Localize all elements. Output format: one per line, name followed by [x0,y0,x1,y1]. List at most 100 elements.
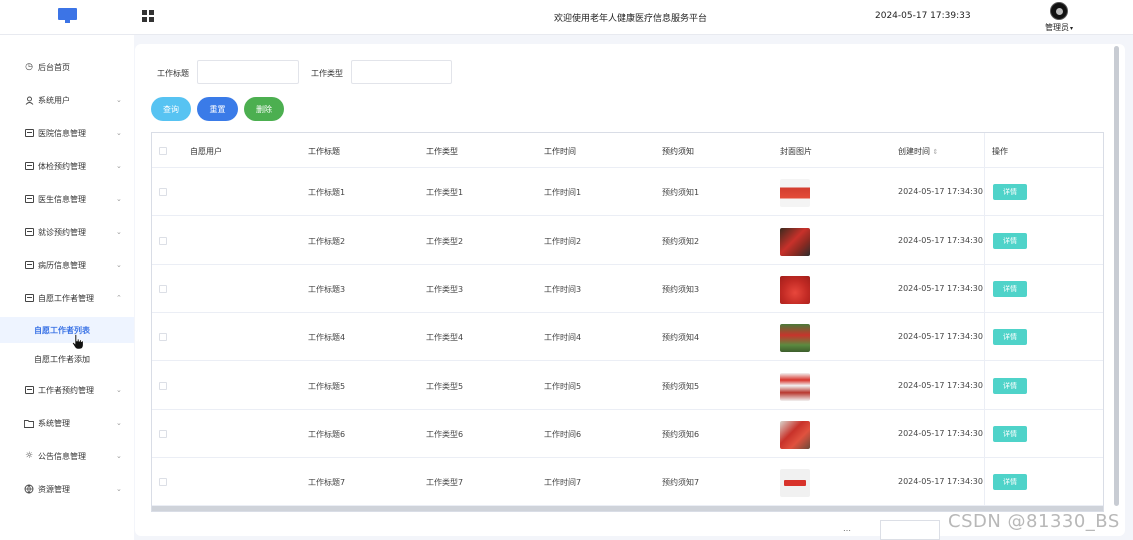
sidebar-item-volunteers[interactable]: 自愿工作者管理 ⌃ [0,283,134,313]
row-checkbox[interactable] [159,333,167,341]
sidebar-item-visit-booking[interactable]: 就诊预约管理 ⌄ [0,217,134,247]
folder-icon [24,418,34,428]
sidebar-item-system-manage[interactable]: 系统管理 ⌄ [0,408,134,438]
user-name: 管理员 [1045,23,1069,32]
sidebar-item-label: 后台首页 [38,62,70,72]
cell-created: 2024-05-17 17:34:30 [898,187,983,196]
sidebar-subitem-volunteer-list[interactable]: 自愿工作者列表 [0,317,134,343]
sidebar-item-label: 医院信息管理 [38,128,86,138]
list-box-icon [24,194,34,204]
monitor-logo-icon[interactable] [58,8,77,23]
page-size-select[interactable] [880,520,940,540]
cell-type: 工作类型6 [426,430,464,439]
table-row: 工作标题2 工作类型2 工作时间2 预约须知2 2024-05-17 17:34… [152,217,1103,265]
cell-notice: 预约须知7 [662,478,700,487]
cell-title: 工作标题1 [308,188,346,197]
sidebar-item-hospital[interactable]: 医院信息管理 ⌄ [0,118,134,148]
cover-image[interactable] [780,228,810,256]
list-box-icon [24,227,34,237]
hand-cursor-icon [72,334,84,350]
chevron-down-icon: ⌄ [116,96,122,104]
search-title-label: 工作标题 [157,69,189,78]
cell-type: 工作类型5 [426,382,464,391]
sidebar-item-medical-records[interactable]: 病历信息管理 ⌄ [0,250,134,280]
volunteer-table: 自愿用户 工作标题 工作类型 工作时间 预约须知 封面图片 创建时间 ⇕ 操作 … [151,132,1104,512]
user-menu[interactable]: 管理员▾ [1045,22,1073,33]
column-header-cover: 封面图片 [780,147,812,156]
list-box-icon [24,293,34,303]
sidebar-item-announcements[interactable]: ☼ 公告信息管理 ⌄ [0,441,134,471]
cell-created: 2024-05-17 17:34:30 [898,236,983,245]
table-row: 工作标题1 工作类型1 工作时间1 预约须知1 2024-05-17 17:34… [152,168,1103,216]
cell-notice: 预约须知1 [662,188,700,197]
sun-icon: ☼ [24,451,34,461]
table-row: 工作标题4 工作类型4 工作时间4 预约须知4 2024-05-17 17:34… [152,313,1103,361]
detail-button[interactable]: 详情 [993,233,1027,249]
reset-button[interactable]: 重置 [197,97,238,121]
cell-notice: 预约须知4 [662,333,700,342]
column-header-created[interactable]: 创建时间 ⇕ [898,146,938,157]
sidebar-subitem-label: 自愿工作者添加 [34,354,90,364]
sidebar-item-label: 系统用户 [38,95,70,105]
cell-time: 工作时间2 [544,237,582,246]
clock-icon: ◷ [25,62,33,72]
sidebar-item-label: 就诊预约管理 [38,227,86,237]
sidebar-item-system-users[interactable]: 系统用户 ⌄ [0,85,134,115]
sidebar-item-label: 资源管理 [38,484,70,494]
detail-button[interactable]: 详情 [993,329,1027,345]
cell-title: 工作标题5 [308,382,346,391]
chevron-down-icon: ⌄ [116,129,122,137]
detail-button[interactable]: 详情 [993,426,1027,442]
welcome-text: 欢迎使用老年人健康医疗信息服务平台 [554,14,708,24]
sidebar-item-checkup[interactable]: 体检预约管理 ⌄ [0,151,134,181]
sort-icon[interactable]: ⇕ [933,148,939,156]
sidebar-item-resources[interactable]: 资源管理 ⌄ [0,474,134,504]
cell-type: 工作类型1 [426,188,464,197]
user-avatar[interactable] [1050,2,1068,20]
cell-notice: 预约须知2 [662,237,700,246]
chevron-down-icon: ⌄ [116,228,122,236]
vertical-scrollbar[interactable] [1114,46,1119,506]
sidebar-item-dashboard[interactable]: ◷ 后台首页 [0,52,134,82]
detail-button[interactable]: 详情 [993,474,1027,490]
row-checkbox[interactable] [159,478,167,486]
chevron-down-icon: ⌄ [116,386,122,394]
cover-image[interactable] [780,179,810,207]
sidebar-item-label: 体检预约管理 [38,161,86,171]
cover-image[interactable] [780,421,810,449]
detail-button[interactable]: 详情 [993,378,1027,394]
column-header-title: 工作标题 [308,147,340,156]
row-checkbox[interactable] [159,188,167,196]
detail-button[interactable]: 详情 [993,281,1027,297]
row-checkbox[interactable] [159,430,167,438]
search-type-input[interactable] [351,60,452,84]
sidebar-subitem-volunteer-add[interactable]: 自愿工作者添加 [0,346,134,372]
row-checkbox[interactable] [159,285,167,293]
cover-image[interactable] [780,276,810,304]
row-checkbox[interactable] [159,237,167,245]
search-title-input[interactable] [197,60,299,84]
top-bar: 欢迎使用老年人健康医疗信息服务平台 2024-05-17 17:39:33 管理… [0,0,1133,35]
cover-image[interactable] [780,324,810,352]
select-all-checkbox[interactable] [159,147,167,155]
query-button[interactable]: 查询 [151,97,191,121]
cell-title: 工作标题7 [308,478,346,487]
sidebar-item-doctor[interactable]: 医生信息管理 ⌄ [0,184,134,214]
column-header-time: 工作时间 [544,147,576,156]
cell-created: 2024-05-17 17:34:30 [898,429,983,438]
sidebar-item-volunteer-booking[interactable]: 工作者预约管理 ⌄ [0,375,134,405]
row-checkbox[interactable] [159,382,167,390]
cover-image[interactable] [780,469,810,497]
cell-notice: 预约须知3 [662,285,700,294]
cover-image[interactable] [780,373,810,401]
delete-button[interactable]: 删除 [244,97,284,121]
column-header-created-label: 创建时间 [898,147,930,156]
column-header-notice: 预约须知 [662,147,694,156]
user-icon [24,95,34,105]
cell-title: 工作标题4 [308,333,346,342]
chevron-up-icon: ⌃ [116,294,122,302]
menu-grid-icon[interactable] [142,10,154,22]
cell-time: 工作时间5 [544,382,582,391]
detail-button[interactable]: 详情 [993,184,1027,200]
chevron-down-icon: ⌄ [116,452,122,460]
